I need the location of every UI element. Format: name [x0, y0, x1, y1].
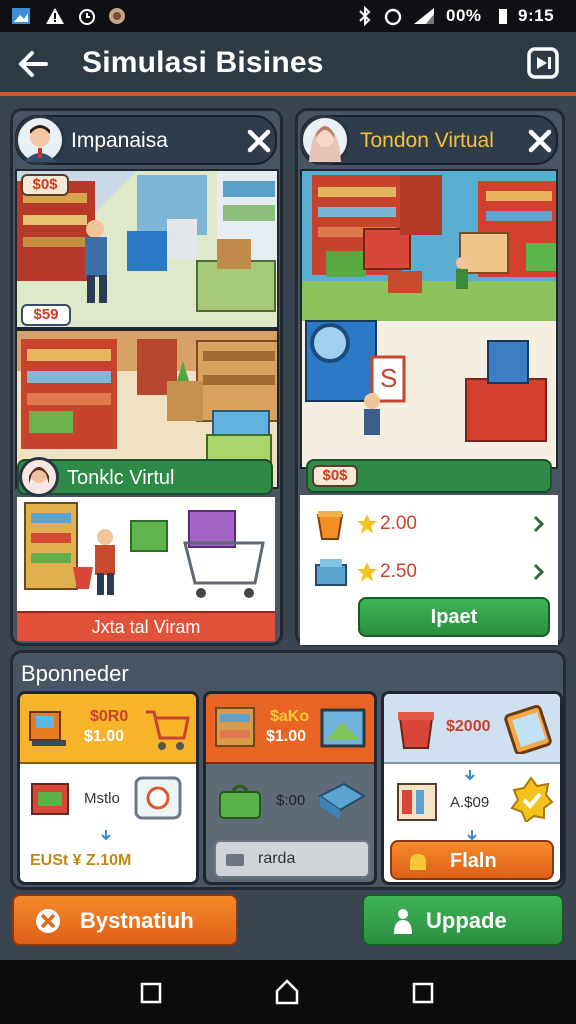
- left-panel-name: Impanaisa: [71, 129, 168, 152]
- upgrade-button[interactable]: Uppade: [362, 894, 564, 946]
- shopping-cart-icon: [142, 704, 190, 752]
- card-header: $2000: [384, 694, 560, 764]
- clock-time: 9:15: [518, 6, 555, 25]
- card-field[interactable]: rarda: [214, 840, 370, 878]
- card-label: $0R0: [90, 708, 129, 725]
- arrow-left-icon[interactable]: [16, 48, 50, 80]
- price-tag: $0$: [21, 174, 69, 196]
- page-title: Simulasi Bisines: [82, 46, 324, 79]
- battery-text: 00%: [446, 6, 482, 25]
- system-nav-bar: [0, 960, 576, 1024]
- list-item[interactable]: 2.00: [300, 503, 558, 547]
- right-panel-name: Tondon Virtual: [360, 129, 494, 152]
- item-list: 2.00 2.50 Ipaet: [300, 495, 558, 645]
- signal-icon: [412, 5, 434, 27]
- statistics-button-label: Bystnatiuh: [80, 908, 194, 933]
- upgrade-section: Bponneder $0R0 $1.00 Mstlo EUSt ¥ Z.10M: [10, 650, 566, 890]
- person-icon: [392, 908, 414, 934]
- arrow-down-icon: [464, 768, 476, 781]
- price-tag-secondary: $59: [21, 304, 71, 326]
- arrow-down-icon: [100, 828, 112, 841]
- section-heading: Bponneder: [21, 661, 129, 686]
- hand-icon: [406, 850, 430, 872]
- warning-icon: [44, 5, 66, 27]
- card-price: $1.00: [84, 728, 125, 745]
- svg-text:S: S: [380, 363, 397, 393]
- store-scene-4: S: [300, 169, 558, 469]
- safe-icon: [132, 774, 184, 822]
- arrow-down-icon: [466, 828, 478, 841]
- chevron-right-icon: [532, 563, 546, 581]
- battery-icon: [498, 5, 508, 27]
- card-header: $0R0 $1.00: [20, 694, 196, 764]
- avatar: [15, 115, 65, 165]
- avatar: [300, 115, 350, 165]
- card-price: $2000: [446, 718, 491, 735]
- left-panel-footer: Jxta tal Viram: [17, 611, 275, 641]
- upgrade-card-1[interactable]: $0R0 $1.00 Mstlo EUSt ¥ Z.10M: [17, 691, 199, 885]
- update-button[interactable]: Ipaet: [358, 597, 550, 637]
- app-bar: Simulasi Bisines: [0, 32, 576, 96]
- close-icon[interactable]: [526, 127, 554, 155]
- home-icon[interactable]: [274, 978, 300, 1006]
- exit-icon[interactable]: [526, 46, 560, 80]
- plan-button[interactable]: Flaln: [390, 840, 554, 880]
- left-business-panel: Impanaisa $0$ $59 Tonklc Virtul Jxta tal…: [10, 108, 283, 646]
- upgrade-card-2[interactable]: $aKo $1.00 $:00 rarda: [203, 691, 377, 885]
- item-value: 2.50: [380, 561, 417, 582]
- star-icon: [356, 513, 378, 535]
- statistics-button[interactable]: Bystnatiuh: [12, 894, 238, 946]
- box-icon: [316, 778, 368, 822]
- shop-stall-icon: [28, 778, 72, 818]
- badge-icon: [508, 776, 554, 824]
- list-item[interactable]: 2.50: [300, 551, 558, 595]
- image-icon: [10, 5, 32, 27]
- alarm-icon: [76, 5, 98, 27]
- upgrade-card-3[interactable]: $2000 A.$09 Flaln: [381, 691, 563, 885]
- plan-button-label: Flaln: [450, 850, 497, 872]
- bag-icon: [216, 778, 264, 822]
- upgrade-button-label: Uppade: [426, 908, 507, 933]
- sub-store-name: Tonklc Virtul: [67, 467, 175, 489]
- device-icon: [224, 850, 246, 868]
- close-icon[interactable]: [245, 127, 273, 155]
- card-footer: rarda: [258, 850, 296, 867]
- cancel-icon: [34, 907, 62, 935]
- card-mid-label: $:00: [276, 792, 306, 809]
- product-box-icon: [394, 778, 442, 826]
- avatar: [19, 457, 59, 497]
- box-icon: [314, 555, 348, 589]
- card-mid-label: Mstlo: [84, 790, 120, 807]
- recents-icon[interactable]: [140, 982, 162, 1004]
- card-label: $aKo: [270, 708, 310, 725]
- card-footer: EUSt ¥ Z.10M: [30, 852, 132, 869]
- item-value: 2.00: [380, 513, 417, 534]
- status-bar: 00% 9:15: [0, 0, 576, 32]
- shelf-icon: [214, 706, 258, 750]
- star-icon: [356, 561, 378, 583]
- cup-icon: [314, 507, 346, 541]
- card-header: $aKo $1.00: [206, 694, 374, 764]
- chevron-right-icon: [532, 515, 546, 533]
- price-tag: $0$: [312, 465, 358, 487]
- notification-dot-icon: [106, 5, 128, 27]
- alarm-clock-icon: [382, 5, 404, 27]
- tablet-icon: [504, 702, 556, 756]
- cash-register-icon: [28, 706, 70, 748]
- back-square-icon[interactable]: [412, 982, 434, 1004]
- footer-label: Jxta tal Viram: [91, 617, 201, 637]
- right-business-panel: Tondon Virtual S $0$ 2.00 2.50 Ipaet: [295, 108, 565, 646]
- card-mid-label: A.$09: [450, 794, 490, 811]
- card-price: $1.00: [266, 728, 307, 745]
- bluetooth-off-icon: [354, 5, 376, 27]
- store-scene-3: [17, 497, 275, 611]
- trash-bin-icon: [394, 704, 438, 752]
- picture-board-icon: [320, 706, 366, 750]
